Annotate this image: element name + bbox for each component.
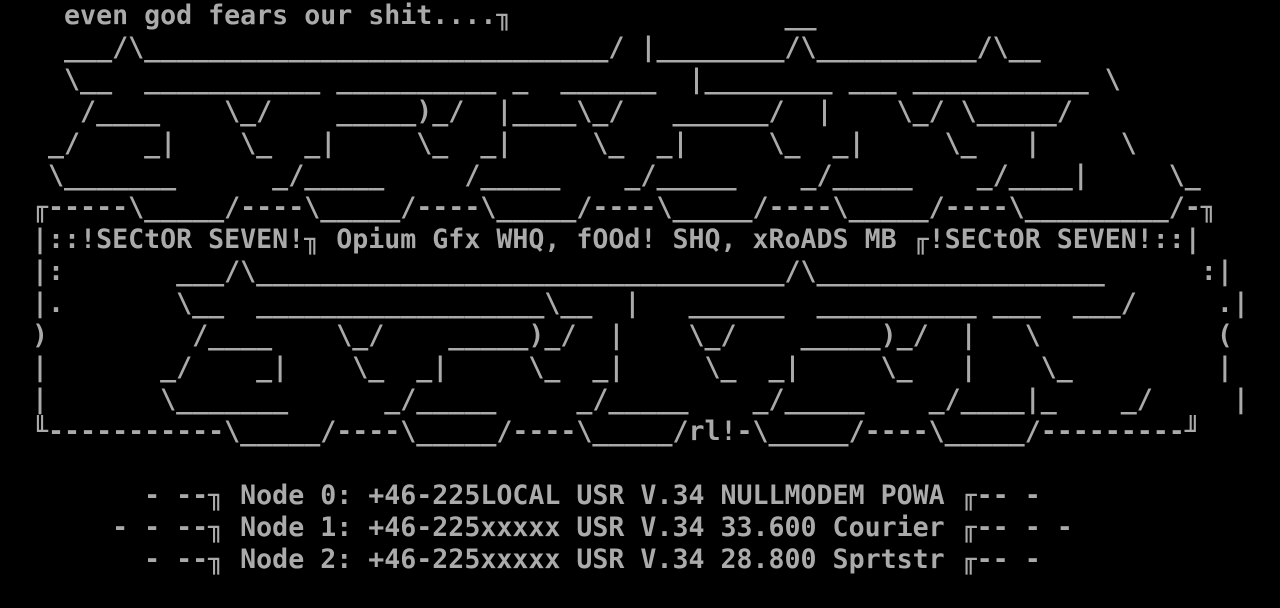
node-0-line: - --╖ Node 0: +46-225LOCAL USR V.34 NULL… xyxy=(0,480,1041,511)
node-2-line: - --╖ Node 2: +46-225xxxxx USR V.34 28.8… xyxy=(0,544,1041,575)
box-logo-line-1: |: ___/\________________________________… xyxy=(0,256,1233,287)
logo-line-1: ___/\_____________________________/ |___… xyxy=(0,32,1041,63)
spacer-line xyxy=(0,448,1249,480)
ansi-art-display: even god fears our shit....╖ __ ___/\___… xyxy=(0,0,1249,576)
logo-line-4: _/ _| \_ _| \_ _| \_ _| \_ _| \_ | \ xyxy=(0,128,1137,159)
logo-line-5: \_______ _/_____ /_____ _/_____ _/_____ … xyxy=(0,160,1201,191)
logo-line-2: \__ ___________ __________ _ ______ |___… xyxy=(0,64,1121,95)
box-top-border: ╓-----\_____/----\_____/----\_____/----\… xyxy=(0,192,1217,223)
box-logo-line-5: | \_______ _/_____ _/_____ _/_____ _/___… xyxy=(0,384,1249,415)
logo-line-3: /____ \_/ _____)_/ |____\_/ ______/ | \_… xyxy=(0,96,1073,127)
node-1-line: - - --╖ Node 1: +46-225xxxxx USR V.34 33… xyxy=(0,512,1073,543)
box-logo-line-3: ) /____ \_/ _____)_/ | \_/ _____)_/ | \ … xyxy=(0,320,1233,351)
group-banner: |::!SECtOR SEVEN!╖ Opium Gfx WHQ, fOOd! … xyxy=(0,224,1201,255)
box-bottom-border: ╙-----------\_____/----\_____/----\_____… xyxy=(0,416,1201,447)
terminal-screen: even god fears our shit....╖ __ ___/\___… xyxy=(0,0,1280,608)
box-logo-line-2: |. \__ __________________\__ | ______ __… xyxy=(0,288,1249,319)
tagline: even god fears our shit....╖ __ xyxy=(0,0,817,31)
box-logo-line-4: | _/ _| \_ _| \_ _| \_ _| \_ | \_ | xyxy=(0,352,1233,383)
